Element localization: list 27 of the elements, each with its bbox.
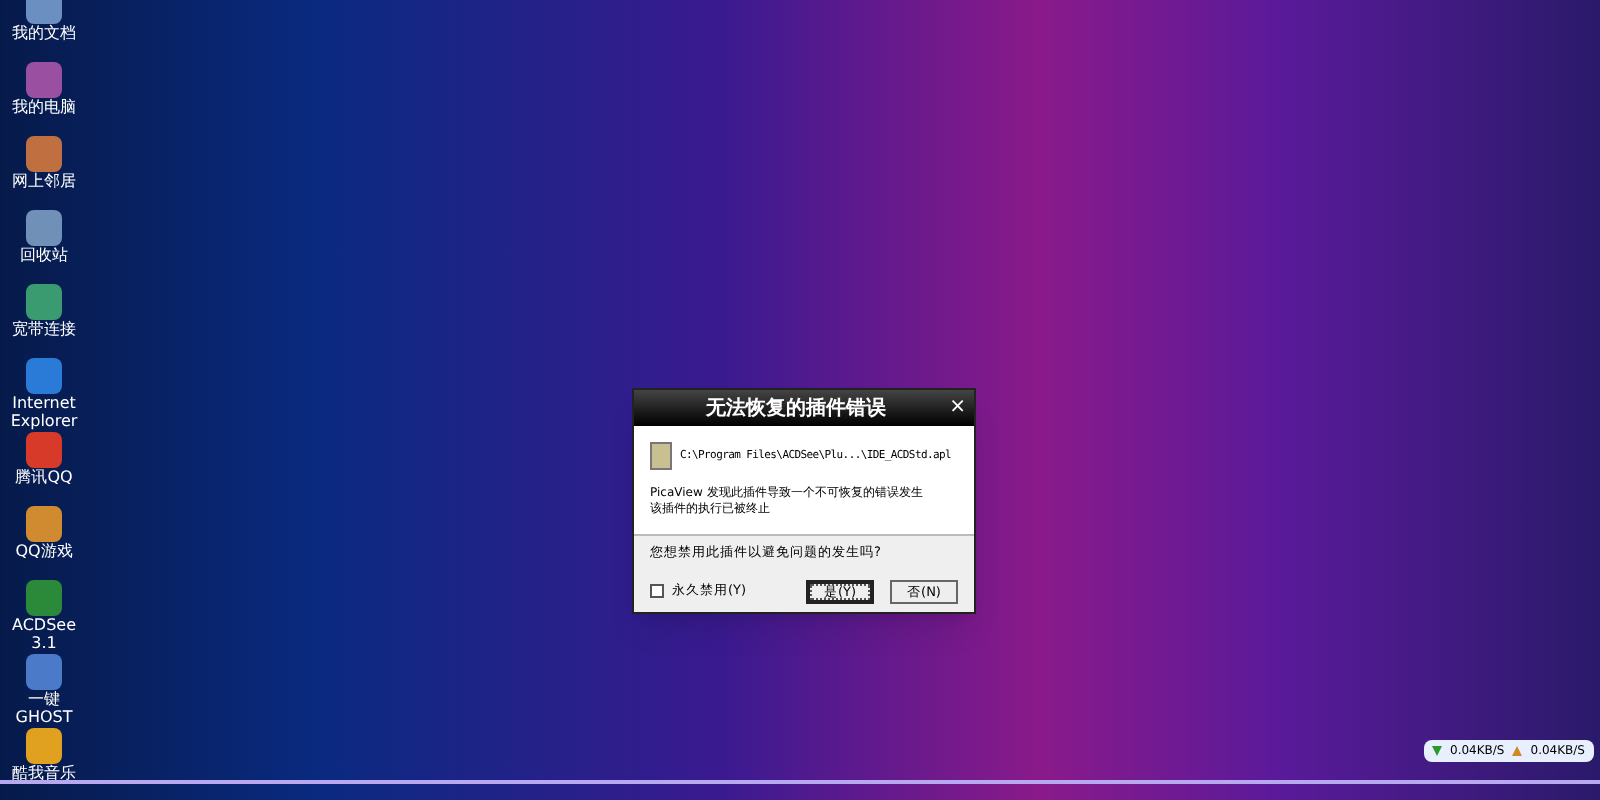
desktop-icon[interactable] <box>26 284 62 320</box>
icon-label: QQ游戏 <box>13 542 75 560</box>
checkbox[interactable] <box>650 584 664 599</box>
icon-label: Internet Explorer <box>8 394 80 430</box>
desktop-icon[interactable] <box>26 580 62 616</box>
desktop-icon[interactable] <box>26 210 62 246</box>
icon-label: 酷我音乐 <box>10 764 78 782</box>
desktop-icon[interactable] <box>26 728 62 764</box>
up-arrow-icon <box>1512 746 1523 756</box>
desktop-icon[interactable] <box>26 432 62 468</box>
icon-label: 我的电脑 <box>10 98 78 116</box>
file-icon <box>650 442 672 470</box>
desktop-icon[interactable] <box>26 506 62 542</box>
icon-label: 回收站 <box>18 246 70 264</box>
desktop-icon[interactable] <box>26 136 62 172</box>
desktop-icon[interactable] <box>26 654 62 690</box>
icon-label: ACDSee 3.1 <box>10 616 78 652</box>
icon-label: 一键GHOST <box>13 690 75 726</box>
desktop-icon[interactable] <box>26 62 62 98</box>
icon-label: 我的文档 <box>10 24 78 42</box>
down-arrow-icon <box>1432 746 1442 756</box>
icon-label: 宽带连接 <box>10 320 78 338</box>
close-button[interactable]: × <box>949 398 966 418</box>
window-title: 无法恢复的插件错误 <box>703 395 888 423</box>
desktop-icon[interactable] <box>26 358 62 394</box>
icon-label: 网上邻居 <box>10 172 78 190</box>
icon-label: 腾讯QQ <box>13 468 75 486</box>
